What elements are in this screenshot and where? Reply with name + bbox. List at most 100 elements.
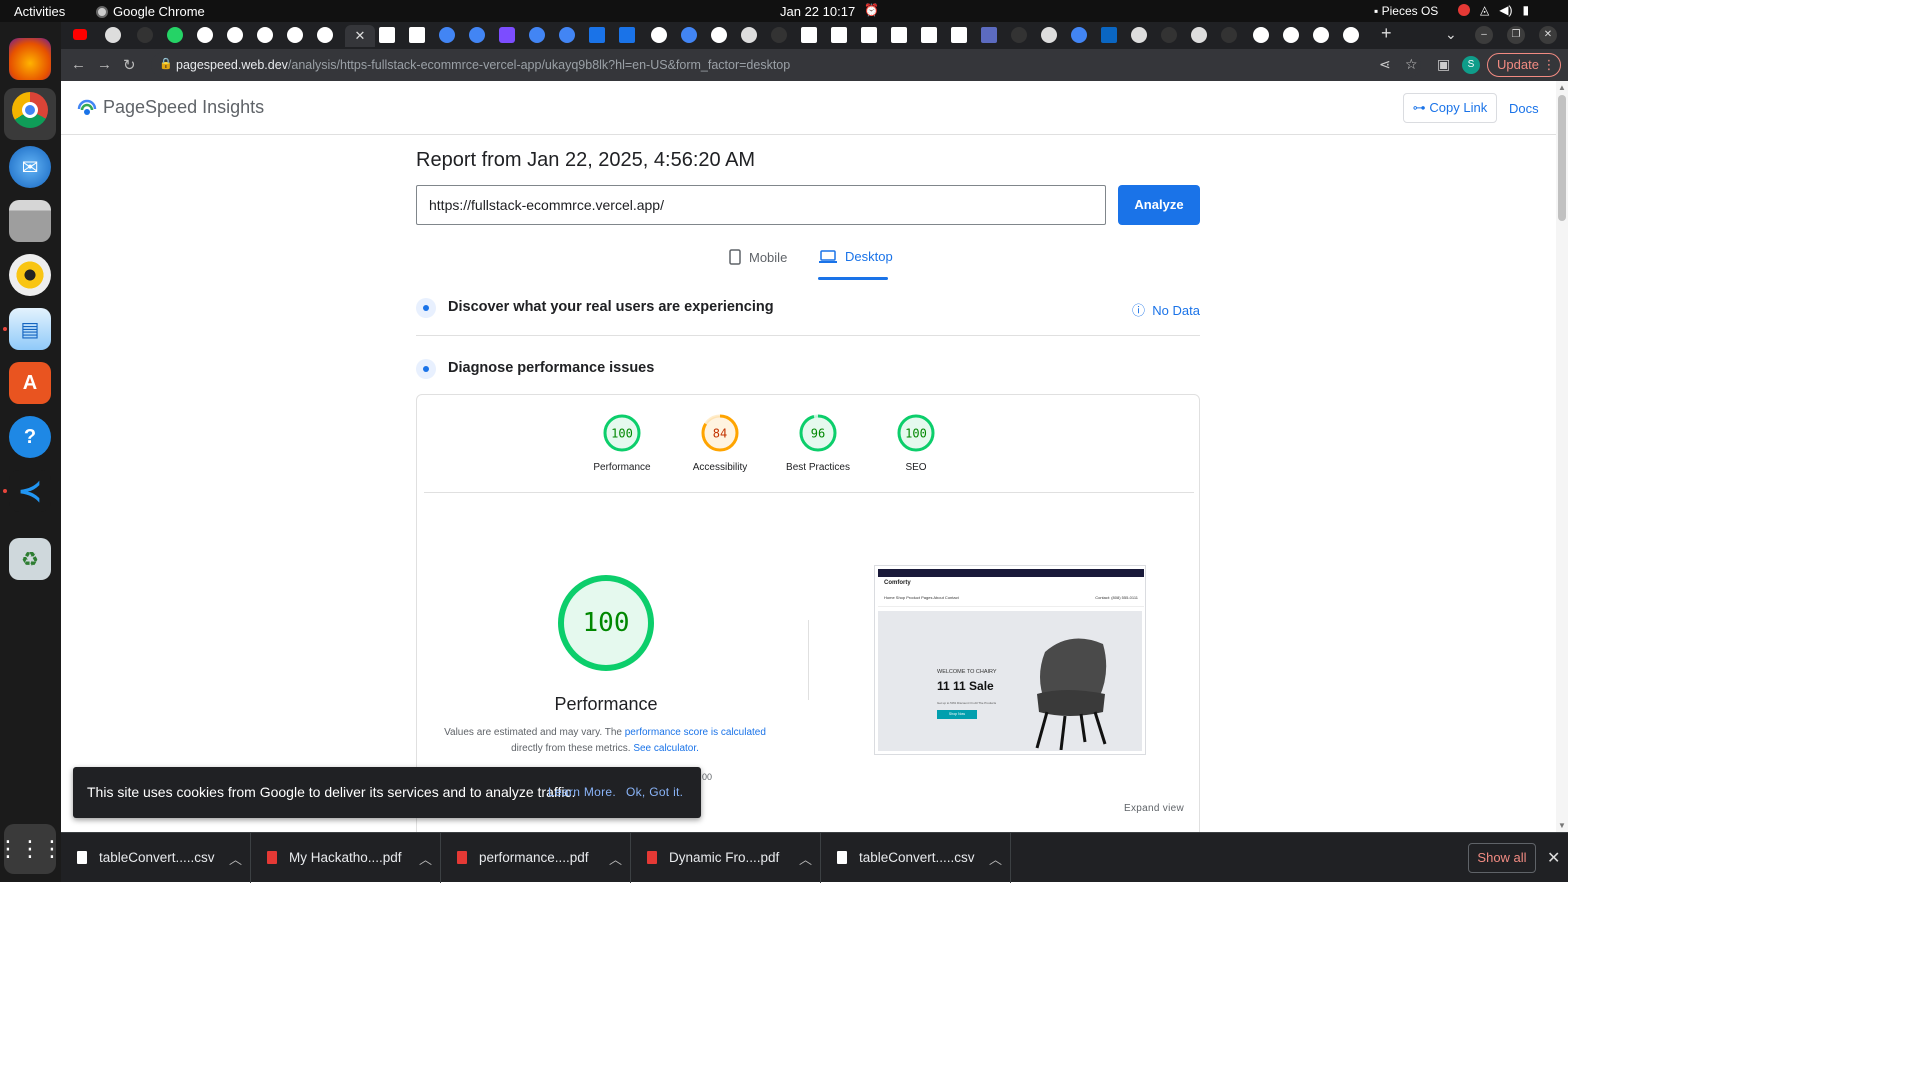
firefox-icon[interactable] xyxy=(9,38,51,80)
update-button[interactable]: Update ⋮ xyxy=(1487,53,1561,77)
clock[interactable]: Jan 22 10:17 xyxy=(780,4,855,19)
tab-favicon-icon[interactable] xyxy=(619,27,635,43)
help-icon[interactable]: ? xyxy=(9,416,51,458)
brand-title[interactable]: PageSpeed Insights xyxy=(103,97,264,118)
show-all-button[interactable]: Show all xyxy=(1468,843,1536,873)
expand-view-button[interactable]: Expand view xyxy=(1124,803,1184,814)
tab-favicon-icon[interactable] xyxy=(1161,27,1177,43)
score-gauge[interactable]: 84 Accessibility xyxy=(680,413,760,473)
ok-got-it-button[interactable]: Ok, Got it. xyxy=(626,785,683,799)
tab-favicon-icon[interactable] xyxy=(1041,27,1057,43)
tab-favicon-icon[interactable] xyxy=(379,27,395,43)
score-gauge[interactable]: 96 Best Practices xyxy=(778,413,858,473)
tab-favicon-icon[interactable] xyxy=(589,27,605,43)
profile-avatar[interactable]: S xyxy=(1462,56,1480,74)
pagespeed-tab-icon[interactable] xyxy=(681,27,697,43)
trash-icon[interactable]: ♻ xyxy=(9,538,51,580)
tab-favicon-icon[interactable] xyxy=(1011,27,1027,43)
chevron-up-icon[interactable]: ︿ xyxy=(989,849,1002,868)
show-apps-icon[interactable]: ⋮⋮⋮ xyxy=(0,824,63,874)
tab-favicon-icon[interactable] xyxy=(981,27,997,43)
download-item[interactable]: My Hackatho....pdf ︿ xyxy=(251,833,441,883)
copy-link-button[interactable]: ⊶ Copy Link xyxy=(1403,93,1497,123)
pagespeed-tab-icon[interactable] xyxy=(559,27,575,43)
active-tab-close-icon[interactable]: ✕ xyxy=(345,25,375,47)
lock-icon[interactable]: 🔒 xyxy=(159,57,173,70)
analyze-button[interactable]: Analyze xyxy=(1118,185,1200,225)
tab-favicon-icon[interactable] xyxy=(831,27,847,43)
tab-search-icon[interactable]: ⌄ xyxy=(1445,26,1457,43)
tab-favicon-icon[interactable] xyxy=(861,27,877,43)
new-tab-icon[interactable]: + xyxy=(1381,23,1392,44)
download-item[interactable]: Dynamic Fro....pdf ︿ xyxy=(631,833,821,883)
tab-favicon-icon[interactable] xyxy=(317,27,333,43)
system-tray[interactable]: ◬ ◀) ▮ xyxy=(1458,3,1529,17)
forward-icon[interactable]: → xyxy=(97,56,112,73)
download-item[interactable]: tableConvert.....csv ︿ xyxy=(61,833,251,883)
google-tab-icon[interactable] xyxy=(651,27,667,43)
pagespeed-tab-icon[interactable] xyxy=(469,27,485,43)
chevron-up-icon[interactable]: ︿ xyxy=(799,849,812,868)
docs-link[interactable]: Docs xyxy=(1509,101,1539,116)
software-center-icon[interactable]: A xyxy=(9,362,51,404)
tab-favicon-icon[interactable] xyxy=(105,27,121,43)
chrome-dock-icon[interactable] xyxy=(12,92,48,128)
vscode-icon[interactable]: ≺ xyxy=(9,470,51,512)
activities-button[interactable]: Activities xyxy=(14,4,65,19)
writer-icon[interactable]: ▤ xyxy=(9,308,51,350)
page-scrollbar[interactable]: ▲ ▼ xyxy=(1556,81,1568,832)
tab-favicon-icon[interactable] xyxy=(711,27,727,43)
tab-favicon-icon[interactable] xyxy=(137,27,153,43)
score-gauge[interactable]: 100 Performance xyxy=(582,413,662,473)
linkedin-tab-icon[interactable] xyxy=(1101,27,1117,43)
pieces-os-indicator[interactable]: ▪ Pieces OS xyxy=(1374,4,1438,18)
tab-favicon-icon[interactable] xyxy=(227,27,243,43)
address-bar[interactable]: 🔒 pagespeed.web.dev/analysis/https-fulls… xyxy=(151,52,1421,78)
maximize-icon[interactable]: ❐ xyxy=(1507,26,1525,44)
share-icon[interactable]: ⋖ xyxy=(1379,56,1391,73)
tab-mobile[interactable]: Mobile xyxy=(729,249,787,265)
youtube-tab-icon[interactable] xyxy=(73,29,87,40)
tab-desktop[interactable]: Desktop xyxy=(819,249,893,264)
tab-favicon-icon[interactable] xyxy=(1313,27,1329,43)
download-item[interactable]: tableConvert.....csv ︿ xyxy=(821,833,1011,883)
tab-favicon-icon[interactable] xyxy=(771,27,787,43)
chevron-up-icon[interactable]: ︿ xyxy=(229,849,242,868)
pagespeed-tab-icon[interactable] xyxy=(529,27,545,43)
tab-favicon-icon[interactable] xyxy=(197,27,213,43)
close-shelf-icon[interactable]: ✕ xyxy=(1547,848,1560,868)
app-menu[interactable]: Google Chrome xyxy=(96,4,205,19)
tab-favicon-icon[interactable] xyxy=(1131,27,1147,43)
no-data-link[interactable]: ⓘ No Data xyxy=(1132,300,1200,319)
minimize-icon[interactable]: – xyxy=(1475,26,1493,44)
scrollbar-thumb[interactable] xyxy=(1558,95,1566,221)
tab-favicon-icon[interactable] xyxy=(1343,27,1359,43)
tab-favicon-icon[interactable] xyxy=(287,27,303,43)
reload-icon[interactable]: ↻ xyxy=(123,56,136,74)
back-icon[interactable]: ← xyxy=(71,56,86,73)
score-gauge[interactable]: 100 SEO xyxy=(876,413,956,473)
thunderbird-icon[interactable]: ✉ xyxy=(9,146,51,188)
calculator-link[interactable]: See calculator. xyxy=(633,743,699,754)
tab-favicon-icon[interactable] xyxy=(499,27,515,43)
tab-favicon-icon[interactable] xyxy=(409,27,425,43)
url-input[interactable] xyxy=(416,185,1106,225)
pagespeed-tab-icon[interactable] xyxy=(1071,27,1087,43)
tab-favicon-icon[interactable] xyxy=(891,27,907,43)
tab-favicon-icon[interactable] xyxy=(257,27,273,43)
tab-favicon-icon[interactable] xyxy=(1283,27,1299,43)
final-screenshot[interactable]: Comforty Home Shop Product Pages About C… xyxy=(874,565,1146,755)
bookmark-star-icon[interactable]: ☆ xyxy=(1405,56,1418,73)
score-calculated-link[interactable]: performance score is calculated xyxy=(625,727,766,738)
tab-favicon-icon[interactable] xyxy=(921,27,937,43)
tab-favicon-icon[interactable] xyxy=(1191,27,1207,43)
learn-more-link[interactable]: Learn More. xyxy=(548,785,616,799)
chevron-up-icon[interactable]: ︿ xyxy=(419,849,432,868)
tab-favicon-icon[interactable] xyxy=(1253,27,1269,43)
tab-favicon-icon[interactable] xyxy=(1221,27,1237,43)
chevron-up-icon[interactable]: ︿ xyxy=(609,849,622,868)
tab-favicon-icon[interactable] xyxy=(741,27,757,43)
download-item[interactable]: performance....pdf ︿ xyxy=(441,833,631,883)
tab-favicon-icon[interactable] xyxy=(951,27,967,43)
whatsapp-tab-icon[interactable] xyxy=(167,27,183,43)
